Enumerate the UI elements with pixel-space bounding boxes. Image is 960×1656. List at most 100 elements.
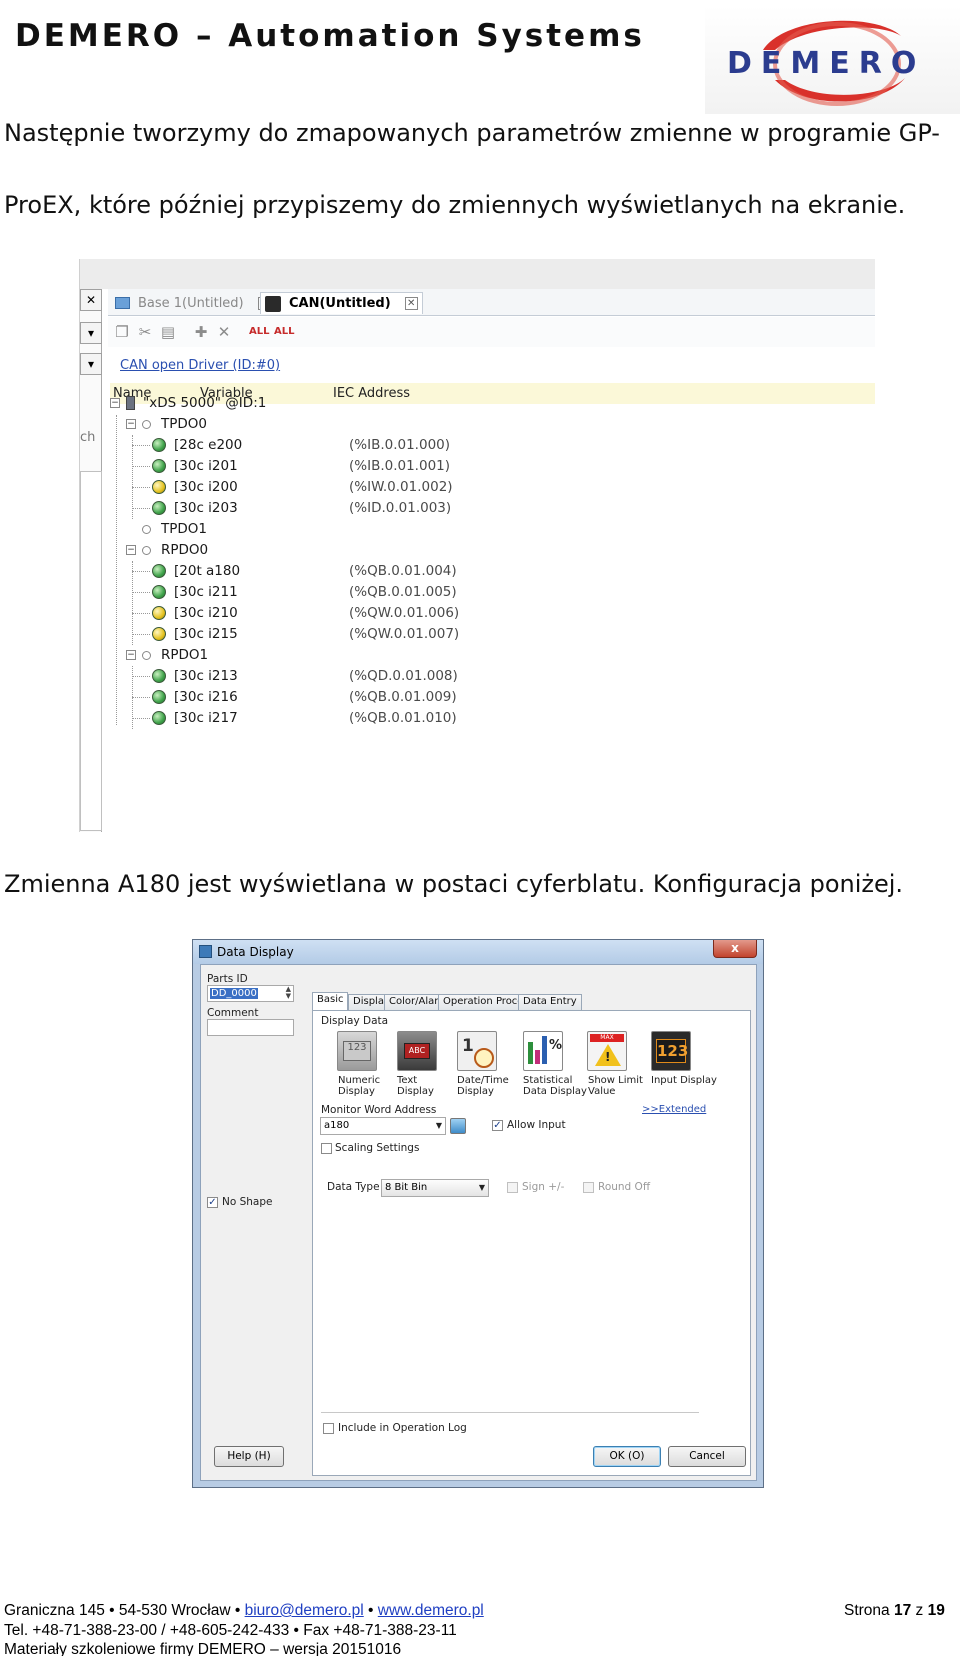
scaling-settings-label: Scaling Settings bbox=[335, 1142, 420, 1154]
datetime-display-icon[interactable]: 1 bbox=[457, 1031, 497, 1071]
cancel-button[interactable]: Cancel bbox=[668, 1446, 746, 1467]
chevron-down-icon[interactable]: ▼ bbox=[436, 1118, 442, 1134]
tab-can[interactable]: CAN(Untitled) ✕ bbox=[260, 292, 423, 314]
tree-item[interactable]: [30c i215 bbox=[152, 624, 238, 644]
tree-item[interactable]: [28c e200 bbox=[152, 435, 242, 455]
group-name: TPDO1 bbox=[161, 521, 207, 537]
data-display-dialog: Data Display x Parts ID DD_0000 ▲ ▼ Comme… bbox=[192, 939, 764, 1488]
help-button[interactable]: Help (H) bbox=[214, 1446, 284, 1467]
variable-status-icon bbox=[152, 627, 166, 641]
cut-icon[interactable]: ✂ bbox=[137, 324, 153, 340]
tree-item[interactable]: [30c i217 bbox=[152, 708, 238, 728]
group-name: RPDO1 bbox=[161, 647, 209, 663]
input-display-label: Input Display bbox=[651, 1075, 717, 1086]
data-type-select[interactable]: 8 Bit Bin ▼ bbox=[381, 1179, 489, 1197]
monitor-address-combo[interactable]: a180 ▼ bbox=[320, 1117, 446, 1135]
editor-toolbar: ❐ ✂ ▤ ✚ ✕ ALL ALL bbox=[108, 317, 875, 347]
address-input-icon[interactable] bbox=[450, 1118, 466, 1134]
device-icon bbox=[126, 396, 135, 410]
close-button[interactable]: x bbox=[713, 940, 757, 958]
item-name: [30c i213 bbox=[174, 668, 238, 684]
group-name: RPDO0 bbox=[161, 542, 209, 558]
iec-address: (%IW.0.01.002) bbox=[349, 479, 453, 495]
show-limit-icon[interactable]: MAX ! bbox=[587, 1031, 627, 1071]
comment-input[interactable] bbox=[207, 1019, 294, 1036]
can-driver-link[interactable]: CAN open Driver (ID:#0) bbox=[120, 358, 280, 373]
delete-icon[interactable]: ✕ bbox=[216, 324, 232, 340]
remove-all-icon[interactable]: ALL bbox=[274, 324, 294, 340]
copy-icon[interactable]: ❐ bbox=[114, 324, 130, 340]
intro-paragraph-line2: ProEX, które później przypiszemy do zmie… bbox=[4, 191, 906, 219]
item-name: [30c i200 bbox=[174, 479, 238, 495]
tree-item[interactable]: [20t a180 bbox=[152, 561, 240, 581]
dialog-body: Parts ID DD_0000 ▲ ▼ Comment ✓ No Shape B… bbox=[200, 964, 757, 1481]
tree-group-tpdo1[interactable]: TPDO1 bbox=[142, 519, 207, 539]
tree-group-rpdo0[interactable]: − RPDO0 bbox=[126, 540, 208, 560]
dropdown-arrow-icon[interactable]: ▾ bbox=[80, 322, 102, 344]
screen-icon bbox=[115, 297, 130, 309]
sign-checkbox[interactable] bbox=[507, 1182, 518, 1193]
tree-item[interactable]: [30c i213 bbox=[152, 666, 238, 686]
datetime-display-label: Date/Time Display bbox=[457, 1075, 509, 1097]
iec-address: (%IB.0.01.001) bbox=[349, 458, 451, 474]
parts-id-label: Parts ID bbox=[207, 973, 248, 985]
parts-id-input[interactable]: DD_0000 ▲ ▼ bbox=[207, 985, 294, 1002]
include-log-label: Include in Operation Log bbox=[338, 1422, 467, 1434]
add-all-icon[interactable]: ALL bbox=[249, 324, 269, 340]
include-log-checkbox[interactable] bbox=[323, 1423, 334, 1434]
tab-data-entry[interactable]: Data Entry bbox=[518, 994, 582, 1010]
tree-item[interactable]: [30c i203 bbox=[152, 498, 238, 518]
no-shape-label: No Shape bbox=[222, 1196, 273, 1208]
collapse-icon[interactable]: − bbox=[126, 650, 136, 660]
paste-icon[interactable]: ▤ bbox=[160, 324, 176, 340]
panel-separator bbox=[321, 1412, 699, 1413]
page-number: Strona 17 z 19 bbox=[844, 1602, 945, 1620]
dropdown-arrow-icon[interactable]: ▾ bbox=[80, 353, 102, 375]
ok-button[interactable]: OK (O) bbox=[593, 1446, 661, 1467]
demero-logo: DEMERO bbox=[705, 6, 960, 114]
variable-status-icon bbox=[152, 690, 166, 704]
item-name: [28c e200 bbox=[174, 437, 243, 453]
chevron-down-icon[interactable]: ▼ bbox=[479, 1180, 485, 1196]
tree-device-row[interactable]: − "xDS 5000" @ID:1 bbox=[110, 393, 266, 413]
tree-item[interactable]: [30c i211 bbox=[152, 582, 238, 602]
footer-address-line: Graniczna 145 • 54-530 Wrocław • biuro@d… bbox=[4, 1602, 484, 1620]
tree-group-rpdo1[interactable]: − RPDO1 bbox=[126, 645, 208, 665]
text-display-icon[interactable]: ABC bbox=[397, 1031, 437, 1071]
parts-id-value: DD_0000 bbox=[210, 988, 258, 999]
spinner-icon[interactable]: ▲ ▼ bbox=[286, 986, 291, 1000]
tab-basic[interactable]: Basic bbox=[312, 992, 349, 1010]
statistical-display-icon[interactable]: % bbox=[523, 1031, 563, 1071]
footer-email-link[interactable]: biuro@demero.pl bbox=[245, 1602, 364, 1619]
tab-label: CAN(Untitled) bbox=[289, 296, 391, 311]
collapse-icon[interactable]: − bbox=[126, 545, 136, 555]
variable-status-icon bbox=[152, 501, 166, 515]
page-prefix: Strona bbox=[844, 1602, 894, 1619]
no-shape-checkbox[interactable]: ✓ bbox=[207, 1197, 218, 1208]
collapse-icon[interactable]: − bbox=[110, 398, 120, 408]
input-display-icon[interactable]: 123 bbox=[651, 1031, 691, 1071]
collapse-icon[interactable]: − bbox=[126, 419, 136, 429]
footer-website-link[interactable]: www.demero.pl bbox=[378, 1602, 484, 1619]
tree-item[interactable]: [30c i216 bbox=[152, 687, 238, 707]
sign-label: Sign +/- bbox=[522, 1181, 565, 1193]
close-icon[interactable]: ✕ bbox=[80, 289, 102, 311]
tree-group-tpdo0[interactable]: − TPDO0 bbox=[126, 414, 207, 434]
add-icon[interactable]: ✚ bbox=[193, 324, 209, 340]
tree-item[interactable]: [30c i210 bbox=[152, 603, 238, 623]
numeric-display-icon[interactable]: 123 bbox=[337, 1031, 377, 1071]
scaling-settings-checkbox[interactable] bbox=[321, 1143, 332, 1154]
iec-address: (%IB.0.01.000) bbox=[349, 437, 451, 453]
round-off-checkbox[interactable] bbox=[583, 1182, 594, 1193]
device-name: "xDS 5000" @ID:1 bbox=[143, 395, 267, 411]
tree-item[interactable]: [30c i200 bbox=[152, 477, 238, 497]
extended-link[interactable]: >>Extended bbox=[642, 1104, 706, 1115]
variable-status-icon bbox=[152, 606, 166, 620]
tree-item[interactable]: [30c i201 bbox=[152, 456, 238, 476]
close-tab-icon[interactable]: ✕ bbox=[404, 297, 418, 310]
page-sep: z bbox=[911, 1602, 928, 1619]
footer-bullet: • bbox=[363, 1602, 378, 1619]
basic-tab-panel: Display Data 123 Numeric Display ABC Tex… bbox=[312, 1010, 751, 1476]
allow-input-checkbox[interactable]: ✓ bbox=[492, 1120, 503, 1131]
tab-base1[interactable]: Base 1(Untitled) ✕ bbox=[115, 292, 271, 314]
